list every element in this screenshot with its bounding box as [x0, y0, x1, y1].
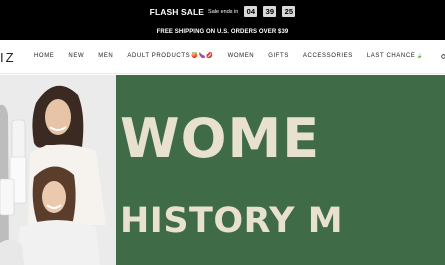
free-shipping-text: FREE SHIPPING ON U.S. ORDERS OVER $39: [156, 28, 289, 35]
flash-sale-bar: FLASH SALE Sale ends in 04 39 25: [0, 0, 445, 23]
flash-sale-title: FLASH SALE: [149, 6, 205, 17]
nav-item-home[interactable]: HOME: [34, 53, 54, 59]
nav-item-new[interactable]: NEW: [68, 53, 84, 59]
nav-menu: HOME NEW MEN ADULT PRODUCTS 🍑🍆💋 WOMEN GI…: [34, 53, 438, 59]
nav-item-adult-products-label: ADULT PRODUCTS: [127, 53, 191, 59]
countdown-seconds: 25: [282, 6, 296, 17]
hero-headline-line1: WOME: [120, 107, 321, 170]
site-logo[interactable]: IZ: [0, 50, 16, 65]
hero-headline-line2: HISTORY M: [120, 201, 344, 241]
countdown-minutes: 39: [263, 6, 277, 17]
main-navigation: IZ HOME NEW MEN ADULT PRODUCTS 🍑🍆💋 WOMEN…: [0, 40, 445, 74]
search-icon[interactable]: [441, 54, 445, 60]
nav-item-adult-products[interactable]: ADULT PRODUCTS 🍑🍆💋: [127, 53, 213, 59]
leaf-emoji-icon: 🍃: [416, 53, 424, 59]
nav-item-men[interactable]: MEN: [98, 53, 113, 59]
free-shipping-banner[interactable]: FREE SHIPPING ON U.S. ORDERS OVER $39: [0, 23, 445, 40]
countdown-hours: 04: [244, 6, 258, 17]
nav-item-last-chance-label: LAST CHANCE: [366, 53, 416, 59]
hero-banner[interactable]: WOME HISTORY M: [0, 75, 445, 265]
hero-photo-models: [0, 75, 116, 265]
nav-item-gifts[interactable]: GIFTS: [268, 53, 289, 59]
nav-item-last-chance[interactable]: LAST CHANCE 🍃: [367, 53, 424, 59]
adult-emoji-icons: 🍑🍆💋: [191, 53, 214, 59]
nav-item-women[interactable]: WOMEN: [228, 53, 255, 59]
flash-sale-subtitle: Sale ends in: [208, 8, 239, 15]
nav-item-accessories[interactable]: ACCESSORIES: [303, 53, 353, 59]
